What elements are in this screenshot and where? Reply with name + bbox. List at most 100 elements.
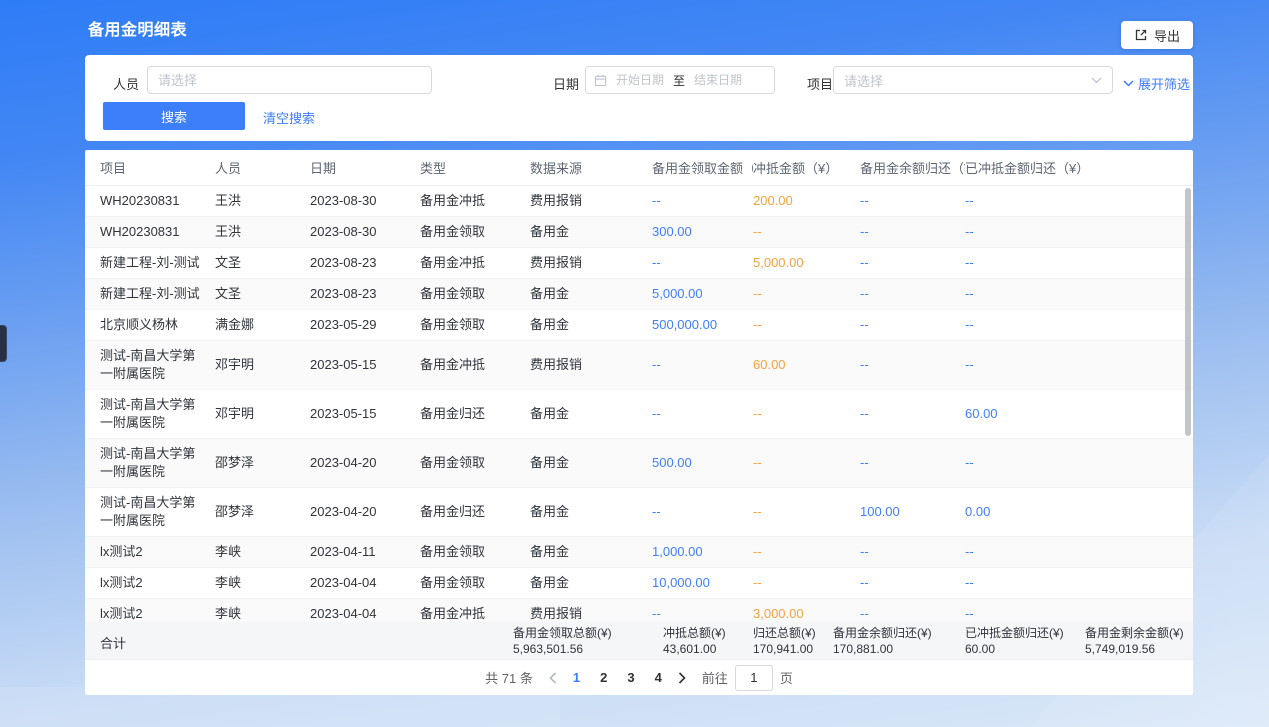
pagination-bar: 共 71 条 1 2 3 4 前往 页 — [85, 660, 1193, 695]
table-row: 新建工程-刘-测试文圣2023-08-23备用金冲抵费用报销--5,000.00… — [85, 248, 1193, 279]
table-cell: -- — [753, 316, 860, 334]
column-header: 人员 — [215, 158, 310, 177]
table-cell: 2023-08-30 — [310, 192, 420, 210]
expand-filters-label: 展开筛选 — [1138, 74, 1190, 93]
table-cell: 备用金领取 — [420, 285, 530, 303]
table-cell: 费用报销 — [530, 605, 652, 622]
totals-label: 合计 — [100, 633, 126, 652]
table-cell: 备用金冲抵 — [420, 356, 530, 374]
table-cell: 文圣 — [215, 254, 310, 272]
date-range-separator: 至 — [673, 72, 685, 89]
table-cell: 北京顺义杨林 — [100, 316, 215, 334]
column-header: 冲抵金额（¥） — [753, 158, 860, 177]
total-count-text: 共 71 条 — [485, 668, 533, 687]
table-cell: 5,000.00 — [652, 285, 753, 303]
goto-page-group: 前往 页 — [702, 665, 793, 691]
table-row: WH20230831王洪2023-08-30备用金领取备用金300.00----… — [85, 217, 1193, 248]
table-cell: 备用金领取 — [420, 454, 530, 472]
next-page-button[interactable] — [678, 672, 686, 684]
goto-page-input[interactable] — [735, 665, 773, 691]
table-cell: 备用金 — [530, 543, 652, 561]
page-button[interactable]: 4 — [655, 670, 662, 685]
table-row: lx测试2李峡2023-04-04备用金冲抵费用报销--3,000.00---- — [85, 599, 1193, 622]
table-cell: -- — [965, 316, 1178, 334]
table-cell: 100.00 — [860, 503, 965, 521]
table-cell: -- — [965, 605, 1178, 622]
table-row: 新建工程-刘-测试文圣2023-08-23备用金领取备用金5,000.00---… — [85, 279, 1193, 310]
table-row: lx测试2李峡2023-04-11备用金领取备用金1,000.00------ — [85, 537, 1193, 568]
search-button[interactable]: 搜索 — [103, 102, 245, 130]
table-cell: 新建工程-刘-测试 — [100, 254, 215, 272]
table-cell: 测试-南昌大学第一附属医院 — [100, 445, 215, 481]
table-cell: 2023-05-29 — [310, 316, 420, 334]
table-cell: 60.00 — [965, 405, 1178, 423]
start-date-input[interactable] — [611, 73, 669, 87]
chevron-down-icon — [1123, 80, 1134, 87]
table-cell: 2023-08-23 — [310, 254, 420, 272]
date-range-picker[interactable]: 至 — [585, 66, 775, 94]
clear-search-link[interactable]: 清空搜索 — [263, 108, 315, 127]
table-row: 测试-南昌大学第一附属医院邓宇明2023-05-15备用金冲抵费用报销--60.… — [85, 341, 1193, 390]
main-content: 备用金明细表 导出 人员 日期 至 — [85, 0, 1193, 695]
table-cell: -- — [965, 254, 1178, 272]
table-cell: WH20230831 — [100, 192, 215, 210]
table-cell: -- — [965, 543, 1178, 561]
side-drawer-handle[interactable] — [0, 325, 7, 362]
table-cell: -- — [753, 543, 860, 561]
goto-label: 前往 — [702, 668, 728, 687]
table-cell: 备用金冲抵 — [420, 254, 530, 272]
table-cell: -- — [965, 574, 1178, 592]
table-cell: 李峡 — [215, 543, 310, 561]
project-select-placeholder: 请选择 — [844, 71, 883, 90]
total-item: 备用金领取总额(¥)5,963,501.56 — [513, 625, 612, 657]
chevron-down-icon — [1091, 77, 1102, 84]
table-cell: 王洪 — [215, 192, 310, 210]
table-cell: -- — [652, 503, 753, 521]
table-cell: 500,000.00 — [652, 316, 753, 334]
page-button[interactable]: 3 — [627, 670, 634, 685]
table-cell: 备用金 — [530, 574, 652, 592]
project-select[interactable]: 请选择 — [833, 66, 1113, 94]
export-button[interactable]: 导出 — [1121, 21, 1193, 49]
page-button[interactable]: 2 — [600, 670, 607, 685]
expand-filters-link[interactable]: 展开筛选 — [1123, 74, 1190, 93]
table-cell: 备用金归还 — [420, 503, 530, 521]
table-cell: 新建工程-刘-测试 — [100, 285, 215, 303]
table-cell: lx测试2 — [100, 574, 215, 592]
table-cell: 2023-08-23 — [310, 285, 420, 303]
page-title: 备用金明细表 — [88, 16, 187, 40]
table-cell: 备用金领取 — [420, 316, 530, 334]
table-cell: 备用金冲抵 — [420, 605, 530, 622]
table-cell: WH20230831 — [100, 223, 215, 241]
table-row: 北京顺义杨林满金娜2023-05-29备用金领取备用金500,000.00---… — [85, 310, 1193, 341]
table-cell: -- — [753, 405, 860, 423]
table-cell: 王洪 — [215, 223, 310, 241]
table-cell: 备用金 — [530, 503, 652, 521]
export-icon — [1134, 28, 1148, 42]
previous-page-button[interactable] — [549, 672, 557, 684]
table-cell: 备用金冲抵 — [420, 192, 530, 210]
project-filter-label: 项目 — [807, 74, 833, 93]
table-cell: 2023-05-15 — [310, 356, 420, 374]
table-cell: 0.00 — [965, 503, 1178, 521]
table-cell: 备用金 — [530, 405, 652, 423]
column-header: 项目 — [100, 158, 215, 177]
person-select-input[interactable] — [147, 66, 432, 94]
table-cell: -- — [652, 405, 753, 423]
total-item: 冲抵总额(¥)43,601.00 — [663, 625, 726, 657]
data-table: 项目人员日期类型数据来源备用金领取金额（¥）冲抵金额（¥）备用金余额归还（¥）已… — [85, 150, 1193, 695]
total-item: 归还总额(¥)170,941.00 — [753, 625, 816, 657]
table-row: lx测试2李峡2023-04-04备用金领取备用金10,000.00------ — [85, 568, 1193, 599]
table-row: 测试-南昌大学第一附属医院邵梦泽2023-04-20备用金归还备用金----10… — [85, 488, 1193, 537]
page-button[interactable]: 1 — [573, 670, 580, 685]
vertical-scrollbar-thumb[interactable] — [1185, 188, 1191, 436]
table-cell: 备用金归还 — [420, 405, 530, 423]
table-cell: -- — [652, 605, 753, 622]
table-cell: 10,000.00 — [652, 574, 753, 592]
table-cell: -- — [860, 574, 965, 592]
table-cell: 备用金领取 — [420, 223, 530, 241]
total-item: 已冲抵金额归还(¥)60.00 — [965, 625, 1064, 657]
end-date-input[interactable] — [689, 73, 747, 87]
table-cell: -- — [860, 192, 965, 210]
table-header: 项目人员日期类型数据来源备用金领取金额（¥）冲抵金额（¥）备用金余额归还（¥）已… — [85, 150, 1193, 186]
